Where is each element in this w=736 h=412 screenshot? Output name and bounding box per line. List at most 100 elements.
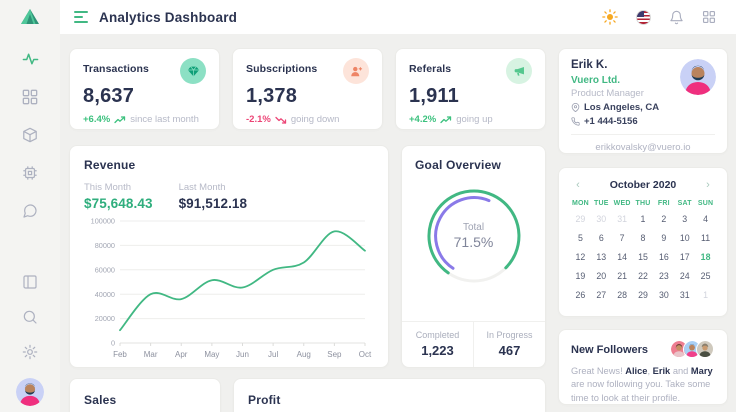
profile-avatar-image: [680, 59, 716, 95]
profile-email[interactable]: erikkovalsky@vuero.io: [571, 134, 715, 153]
calendar-day[interactable]: 29: [633, 285, 654, 304]
calendar-day[interactable]: 27: [591, 285, 612, 304]
svg-text:40000: 40000: [95, 290, 115, 299]
calendar-day[interactable]: 19: [570, 266, 591, 285]
calendar-day[interactable]: 21: [612, 266, 633, 285]
apps-menu-button[interactable]: [700, 8, 718, 26]
calendar-weekday-header: MONTUEWEDTHUFRISATSUN: [570, 200, 716, 207]
sidebar-item-panels[interactable]: [21, 273, 39, 291]
goal-completed: Completed 1,223: [402, 322, 474, 367]
calendar-day[interactable]: 31: [612, 209, 633, 228]
stat-label: Referals: [409, 60, 451, 75]
calendar-day[interactable]: 16: [653, 247, 674, 266]
sidebar-item-dashboard[interactable]: [21, 88, 39, 106]
app-logo[interactable]: [0, 0, 60, 34]
follower-avatars: [670, 340, 715, 359]
bottom-row: Sales Profit: [69, 378, 546, 412]
calendar-day[interactable]: 15: [633, 247, 654, 266]
message-text: are now following you. Take some time to…: [571, 379, 710, 402]
goal-overview-card: Goal Overview Total 71.5% Completed 1,22…: [401, 145, 546, 368]
goal-in-progress: In Progress 467: [474, 322, 545, 367]
last-month-label: Last Month: [179, 182, 248, 193]
calendar-day[interactable]: 22: [633, 266, 654, 285]
stat-bubble: [180, 58, 206, 84]
page-title: Analytics Dashboard: [99, 10, 237, 25]
sidebar-item-settings[interactable]: [21, 343, 39, 361]
calendar-day[interactable]: 18: [695, 247, 716, 266]
calendar-prev-button[interactable]: ‹: [570, 177, 586, 193]
map-pin-icon: [571, 103, 580, 112]
cpu-icon: [22, 165, 38, 181]
stat-bubble: [506, 58, 532, 84]
svg-text:Mar: Mar: [144, 350, 158, 359]
calendar-day[interactable]: 30: [653, 285, 674, 304]
sidebar-item-search[interactable]: [21, 308, 39, 326]
this-month-label: This Month: [84, 182, 153, 193]
calendar-day[interactable]: 28: [612, 285, 633, 304]
follower-name: Erik: [653, 366, 671, 376]
activity-icon: [22, 51, 39, 68]
profile-phone-row: +1 444-5156: [571, 116, 715, 127]
calendar-day[interactable]: 7: [612, 228, 633, 247]
sidebar-item-components[interactable]: [21, 126, 39, 144]
sidebar-item-activity[interactable]: [21, 50, 39, 68]
calendar-day[interactable]: 1: [695, 285, 716, 304]
user-avatar-image: [16, 378, 44, 406]
goal-title: Goal Overview: [402, 158, 545, 172]
calendar-next-button[interactable]: ›: [700, 177, 716, 193]
trend-up-icon: [114, 116, 126, 124]
logo-triangle-icon: [20, 7, 40, 27]
calendar-day[interactable]: 2: [653, 209, 674, 228]
language-selector-button[interactable]: [634, 8, 652, 26]
calendar-day[interactable]: 26: [570, 285, 591, 304]
calendar-card: ‹ October 2020 › MONTUEWEDTHUFRISATSUN 2…: [558, 167, 728, 317]
calendar-day[interactable]: 4: [695, 209, 716, 228]
stat-value: 8,637: [83, 85, 206, 108]
calendar-day[interactable]: 12: [570, 247, 591, 266]
calendar-day[interactable]: 25: [695, 266, 716, 285]
revenue-summary: This Month $75,648.43 Last Month $91,512…: [84, 182, 374, 211]
calendar-day[interactable]: 11: [695, 228, 716, 247]
svg-text:Feb: Feb: [113, 350, 127, 359]
calendar-day[interactable]: 20: [591, 266, 612, 285]
mid-row: Revenue This Month $75,648.43 Last Month…: [69, 145, 546, 368]
sidebar-item-system[interactable]: [21, 164, 39, 182]
calendar-day[interactable]: 6: [591, 228, 612, 247]
menu-toggle-button[interactable]: [74, 11, 88, 23]
profile-avatar: [680, 59, 716, 95]
calendar-day[interactable]: 17: [674, 247, 695, 266]
calendar-day[interactable]: 1: [633, 209, 654, 228]
theme-toggle-button[interactable]: [601, 8, 619, 26]
gauge-center-label: Total 71.5%: [416, 178, 532, 294]
sun-icon: [602, 9, 618, 25]
calendar-day[interactable]: 10: [674, 228, 695, 247]
calendar-day[interactable]: 5: [570, 228, 591, 247]
calendar-day[interactable]: 31: [674, 285, 695, 304]
main-column: Transactions 8,637 +6.4% since last mont…: [69, 48, 546, 412]
calendar-day[interactable]: 24: [674, 266, 695, 285]
follower-avatar-mary[interactable]: [696, 340, 715, 359]
profile-location-row: Los Angeles, CA: [571, 102, 715, 113]
calendar-day[interactable]: 9: [653, 228, 674, 247]
calendar-day[interactable]: 3: [674, 209, 695, 228]
calendar-day[interactable]: 30: [591, 209, 612, 228]
calendar-day[interactable]: 29: [570, 209, 591, 228]
profit-title: Profit: [248, 393, 531, 407]
chat-icon: [22, 203, 38, 219]
box-icon: [22, 127, 38, 143]
goal-footer: Completed 1,223 In Progress 467: [402, 321, 545, 367]
stat-trend: -2.1% going down: [246, 114, 369, 125]
calendar-weekday: FRI: [653, 200, 674, 207]
sidebar-user-avatar[interactable]: [16, 378, 44, 406]
notifications-button[interactable]: [667, 8, 685, 26]
main-content: Transactions 8,637 +6.4% since last mont…: [60, 34, 736, 412]
calendar-day[interactable]: 13: [591, 247, 612, 266]
follower-name: Mary: [691, 366, 713, 376]
stat-value: 1,378: [246, 85, 369, 108]
calendar-day[interactable]: 8: [633, 228, 654, 247]
calendar-day[interactable]: 23: [653, 266, 674, 285]
sidebar-item-messages[interactable]: [21, 202, 39, 220]
calendar-day[interactable]: 14: [612, 247, 633, 266]
svg-text:100000: 100000: [91, 217, 115, 226]
trend-up-icon: [440, 116, 452, 124]
